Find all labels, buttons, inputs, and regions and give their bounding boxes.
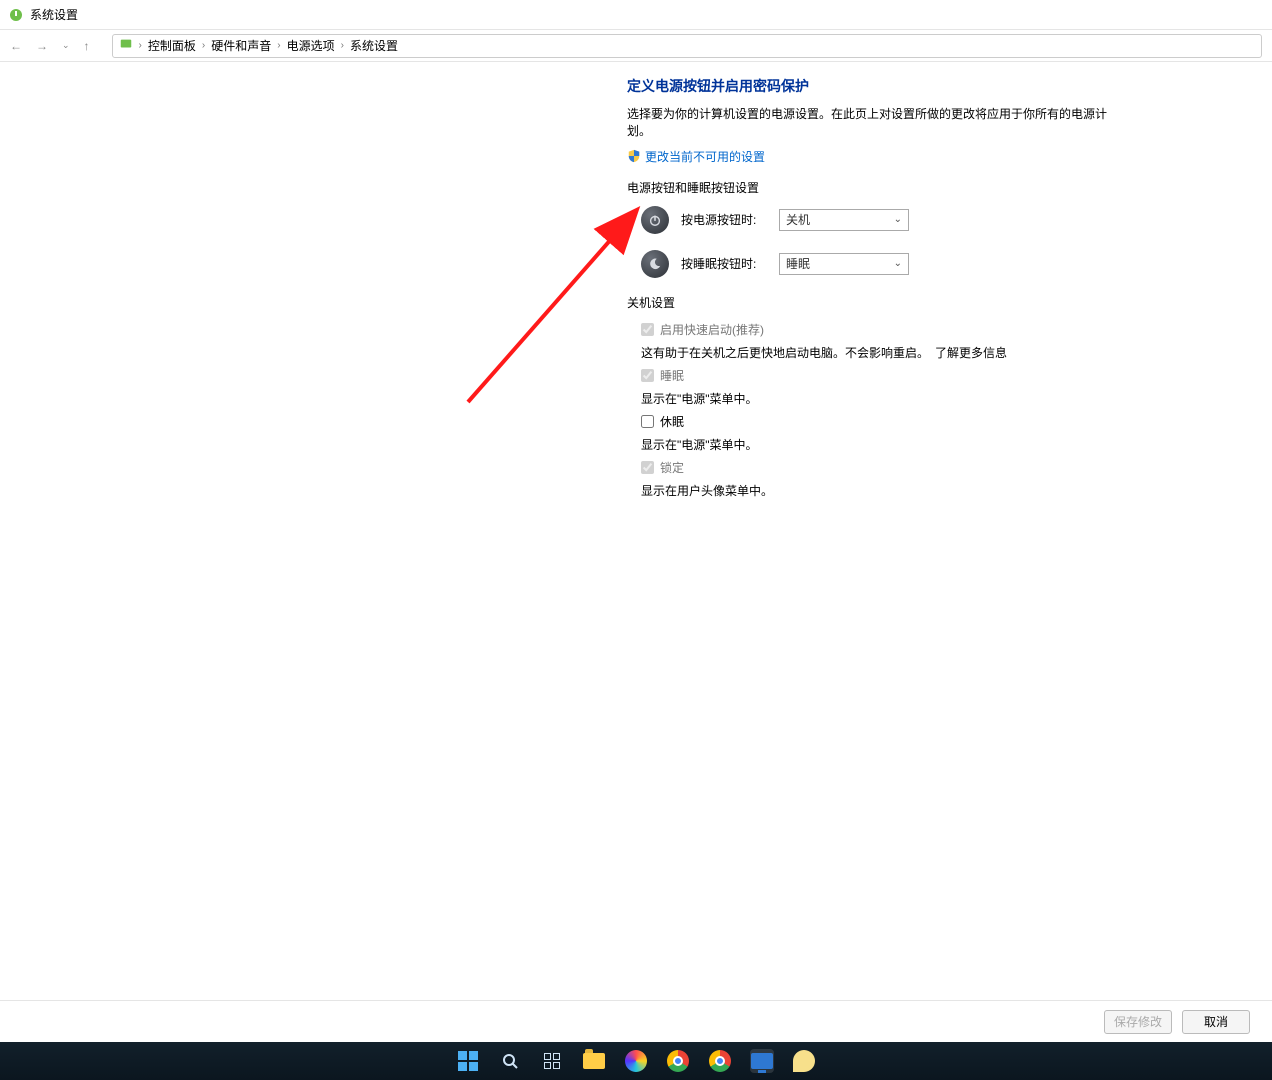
option-lock: 锁定 — [641, 459, 1127, 476]
breadcrumb-item-control-panel[interactable]: 控制面板 — [148, 37, 196, 54]
lock-desc: 显示在用户头像菜单中。 — [641, 482, 1127, 499]
change-unavailable-settings[interactable]: 更改当前不可用的设置 — [627, 148, 1127, 165]
app-icon-colorful[interactable] — [624, 1049, 648, 1073]
lock-title: 锁定 — [660, 459, 684, 476]
learn-more-link[interactable]: 了解更多信息 — [935, 344, 1007, 361]
recent-locations-button[interactable]: ⌄ — [62, 40, 70, 51]
title-bar: 系统设置 — [0, 0, 1272, 30]
lock-checkbox — [641, 461, 654, 474]
chevron-right-icon: › — [202, 40, 205, 51]
sleep-button-row: 按睡眠按钮时: 睡眠 ⌄ — [641, 250, 1127, 278]
shield-icon — [627, 149, 641, 163]
chrome-icon[interactable] — [666, 1049, 690, 1073]
breadcrumb-item-system-settings: 系统设置 — [350, 37, 398, 54]
chevron-right-icon: › — [341, 40, 344, 51]
option-hibernate: 休眠 — [641, 413, 1127, 430]
power-button-label: 按电源按钮时: — [681, 211, 767, 228]
chevron-right-icon: › — [277, 40, 280, 51]
power-button-value: 关机 — [786, 211, 810, 228]
sleep-checkbox — [641, 369, 654, 382]
explorer-icon[interactable] — [582, 1049, 606, 1073]
taskbar — [0, 1042, 1272, 1080]
monitor-app-icon[interactable] — [750, 1049, 774, 1073]
sleep-button-value: 睡眠 — [786, 255, 810, 272]
sleep-title: 睡眠 — [660, 367, 684, 384]
hibernate-title: 休眠 — [660, 413, 684, 430]
content-area: 定义电源按钮并启用密码保护 选择要为你的计算机设置的电源设置。在此页上对设置所做… — [0, 62, 1272, 1042]
window-title: 系统设置 — [30, 6, 78, 23]
sleep-button-label: 按睡眠按钮时: — [681, 255, 767, 272]
footer: 保存修改 取消 — [0, 1000, 1272, 1042]
chrome-icon-2[interactable] — [708, 1049, 732, 1073]
nav-row: ← → ⌄ ↑ › 控制面板 › 硬件和声音 › 电源选项 › 系统设置 — [0, 30, 1272, 62]
cancel-button[interactable]: 取消 — [1182, 1010, 1250, 1034]
fast-startup-title: 启用快速启动(推荐) — [660, 321, 764, 338]
power-button-select[interactable]: 关机 ⌄ — [779, 209, 909, 231]
app-icon — [8, 7, 24, 23]
fast-startup-desc: 这有助于在关机之后更快地启动电脑。不会影响重启。 了解更多信息 — [641, 344, 1127, 361]
power-button-row: 按电源按钮时: 关机 ⌄ — [641, 206, 1127, 234]
sleep-icon — [641, 250, 669, 278]
forward-button[interactable]: → — [36, 39, 48, 53]
control-panel-icon — [119, 37, 133, 54]
up-button[interactable]: ↑ — [84, 39, 90, 53]
option-sleep: 睡眠 — [641, 367, 1127, 384]
page-description: 选择要为你的计算机设置的电源设置。在此页上对设置所做的更改将应用于你所有的电源计… — [627, 106, 1127, 140]
page-heading: 定义电源按钮并启用密码保护 — [627, 76, 1127, 96]
power-icon — [641, 206, 669, 234]
hibernate-checkbox[interactable] — [641, 415, 654, 428]
chevron-right-icon: › — [139, 40, 142, 51]
change-unavailable-settings-link[interactable]: 更改当前不可用的设置 — [645, 148, 765, 165]
sleep-button-select[interactable]: 睡眠 ⌄ — [779, 253, 909, 275]
back-button[interactable]: ← — [10, 39, 22, 53]
power-button-section-label: 电源按钮和睡眠按钮设置 — [627, 179, 1127, 196]
paint-icon[interactable] — [792, 1049, 816, 1073]
search-button[interactable] — [498, 1049, 522, 1073]
nav-buttons: ← → ⌄ ↑ — [10, 39, 90, 53]
breadcrumb-item-hardware-sound[interactable]: 硬件和声音 — [211, 37, 271, 54]
sleep-desc: 显示在"电源"菜单中。 — [641, 390, 1127, 407]
option-fast-startup: 启用快速启动(推荐) — [641, 321, 1127, 338]
save-button: 保存修改 — [1104, 1010, 1172, 1034]
shutdown-section-label: 关机设置 — [627, 294, 1127, 311]
start-button[interactable] — [456, 1049, 480, 1073]
taskview-button[interactable] — [540, 1049, 564, 1073]
breadcrumb[interactable]: › 控制面板 › 硬件和声音 › 电源选项 › 系统设置 — [112, 34, 1262, 58]
hibernate-desc: 显示在"电源"菜单中。 — [641, 436, 1127, 453]
chevron-down-icon: ⌄ — [894, 214, 902, 225]
breadcrumb-item-power-options[interactable]: 电源选项 — [287, 37, 335, 54]
chevron-down-icon: ⌄ — [894, 258, 902, 269]
fast-startup-checkbox — [641, 323, 654, 336]
